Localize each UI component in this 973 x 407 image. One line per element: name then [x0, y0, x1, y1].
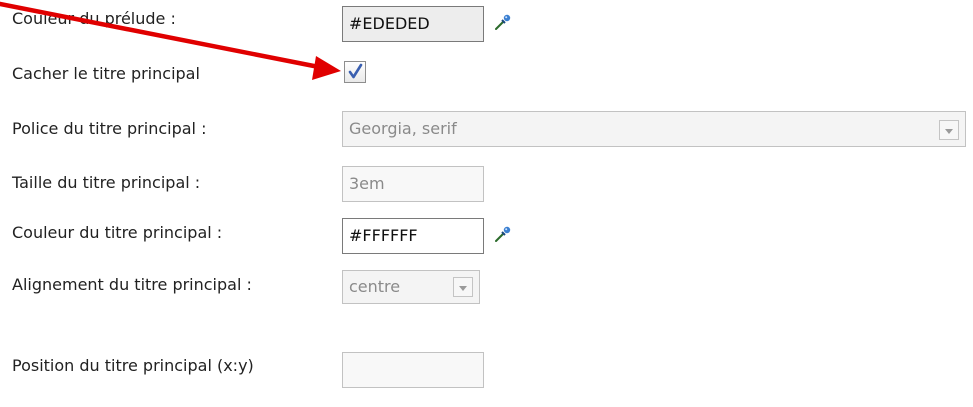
main-title-position-label: Position du titre principal (x:y) [12, 356, 254, 375]
eyedropper-icon[interactable] [494, 225, 512, 243]
prelude-color-input[interactable]: #EDEDED [342, 6, 484, 42]
chevron-down-icon[interactable] [939, 120, 959, 140]
eyedropper-icon[interactable] [494, 13, 512, 31]
chevron-down-icon[interactable] [453, 277, 473, 297]
main-title-align-select[interactable]: centre [342, 270, 480, 304]
main-title-color-input[interactable]: #FFFFFF [342, 218, 484, 254]
main-title-color-label: Couleur du titre principal : [12, 223, 223, 242]
main-title-font-value: Georgia, serif [349, 119, 457, 138]
prelude-color-label: Couleur du prélude : [12, 9, 176, 28]
main-title-position-input[interactable] [342, 352, 484, 388]
hide-main-title-checkbox[interactable] [344, 61, 366, 83]
checkmark-icon [348, 63, 363, 79]
main-title-font-select[interactable]: Georgia, serif [342, 111, 966, 147]
main-title-font-label: Police du titre principal : [12, 119, 207, 138]
main-title-align-value: centre [349, 277, 401, 296]
main-title-size-input[interactable]: 3em [342, 166, 484, 202]
main-title-size-label: Taille du titre principal : [12, 173, 201, 192]
main-title-align-label: Alignement du titre principal : [12, 275, 252, 294]
hide-main-title-label: Cacher le titre principal [12, 64, 200, 83]
settings-form: Couleur du prélude : #EDEDED Cacher le t… [0, 0, 973, 407]
